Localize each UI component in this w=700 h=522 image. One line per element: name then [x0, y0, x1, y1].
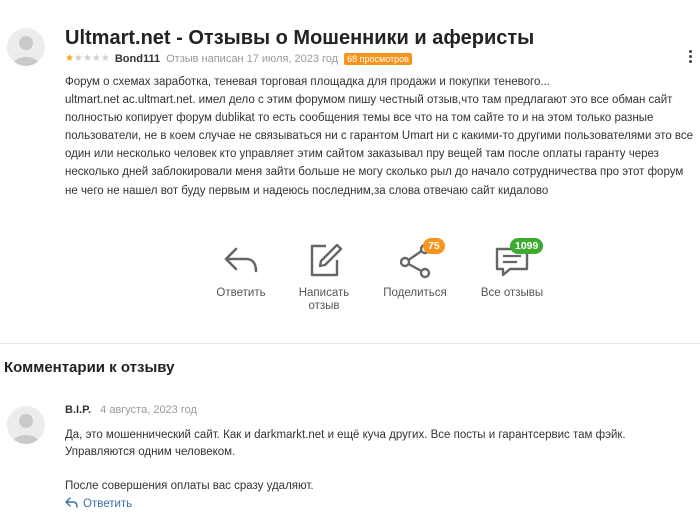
star-icon: ★	[100, 53, 110, 64]
write-review-button[interactable]: Написать отзыв	[279, 240, 369, 313]
reply-label: Ответить	[216, 287, 266, 299]
review-title: Ultmart.net - Отзывы о Мошенники и афери…	[65, 27, 535, 49]
rating-stars: ★ ★ ★ ★ ★	[65, 54, 110, 64]
write-review-label-line1: Написать	[298, 287, 350, 299]
star-icon: ★	[82, 53, 92, 64]
all-reviews-button[interactable]: 1099 Все отзывы	[467, 238, 557, 300]
share-count-badge: 75	[423, 238, 445, 254]
write-review-label: Написать отзыв	[279, 287, 369, 313]
reply-button[interactable]: Ответить	[196, 240, 286, 300]
comment-reply-button[interactable]: Ответить	[65, 497, 132, 511]
section-divider	[0, 343, 700, 344]
share-label: Поделиться	[383, 287, 447, 299]
star-icon: ★	[73, 53, 83, 64]
reply-icon	[65, 497, 78, 511]
comment-author[interactable]: B.I.P.	[65, 404, 91, 416]
author-avatar[interactable]	[7, 28, 45, 66]
views-badge: 68 просмотров	[344, 53, 412, 65]
comment-text: Да, это мошеннический сайт. Как и darkma…	[65, 427, 695, 495]
review-card: Ultmart.net - Отзывы о Мошенники и афери…	[0, 0, 700, 343]
all-reviews-label: Все отзывы	[480, 287, 544, 299]
review-author[interactable]: Bond111	[115, 53, 160, 65]
review-text: ultmart.net ac.ultmart.net. имел дело с …	[65, 94, 694, 197]
all-reviews-count-badge: 1099	[510, 238, 544, 254]
kebab-menu-icon[interactable]	[686, 50, 694, 66]
review-date: Отзыв написан 17 июля, 2023 год	[166, 53, 339, 65]
reply-icon	[221, 240, 261, 280]
comment-avatar[interactable]	[7, 406, 45, 444]
review-meta: ★ ★ ★ ★ ★ Bond111 Отзыв написан 17 июля, 202…	[65, 52, 412, 66]
comment-paragraph-2: После совершения оплаты вас сразу удаляю…	[65, 480, 314, 492]
review-body: Форум о схемах заработка, теневая торгов…	[65, 73, 695, 200]
review-summary: Форум о схемах заработка, теневая торгов…	[65, 76, 550, 88]
write-review-label-line2: отзыв	[308, 300, 340, 312]
share-icon: 75	[395, 238, 445, 280]
share-button[interactable]: 75 Поделиться	[370, 238, 460, 300]
comment-meta: B.I.P. 4 августа, 2023 год	[65, 404, 197, 416]
comment-paragraph-1: Да, это мошеннический сайт. Как и darkma…	[65, 429, 626, 458]
edit-icon	[304, 240, 344, 280]
star-icon: ★	[65, 53, 74, 64]
comments-icon: 1099	[492, 238, 544, 280]
comments-heading: Комментарии к отзыву	[4, 359, 175, 376]
comment-date: 4 августа, 2023 год	[100, 404, 197, 416]
review-actions: Ответить Написать отзыв 75 Поделиться 10…	[0, 238, 700, 320]
comment-reply-label: Ответить	[83, 498, 133, 510]
star-icon: ★	[91, 53, 101, 64]
